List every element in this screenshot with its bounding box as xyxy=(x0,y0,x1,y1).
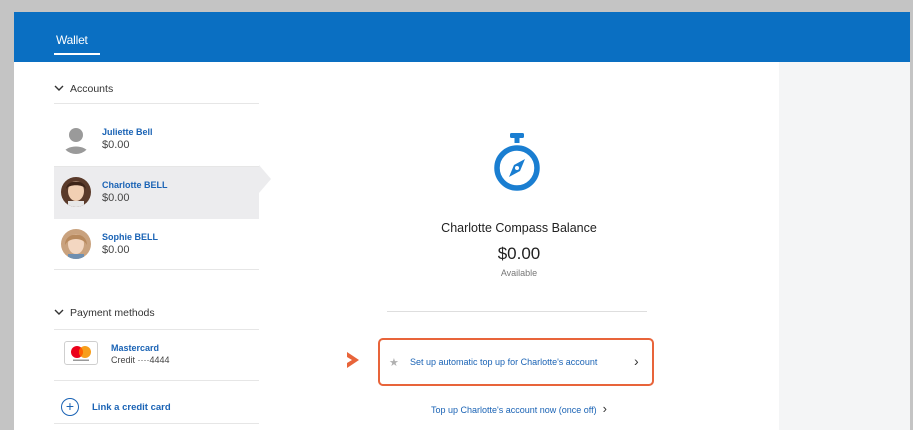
divider xyxy=(54,423,259,424)
divider xyxy=(387,311,647,312)
avatar xyxy=(61,177,91,207)
star-icon: ★ xyxy=(389,357,399,369)
add-circle-icon: + xyxy=(61,398,79,416)
divider xyxy=(54,380,259,381)
avatar-placeholder-icon xyxy=(61,124,91,154)
chevron-right-icon: › xyxy=(602,401,607,416)
accounts-header-label: Accounts xyxy=(70,83,114,95)
tab-wallet[interactable]: Wallet xyxy=(56,33,88,47)
divider xyxy=(54,103,259,104)
topup-now-link[interactable]: Top up Charlotte's account now (once off… xyxy=(259,401,779,416)
main-panel: Charlotte Compass Balance $0.00 Availabl… xyxy=(259,62,779,430)
link-credit-card-button[interactable]: + Link a credit card xyxy=(54,396,259,418)
wallet-window: Wallet Accounts Juliette Bell $0.00 Char… xyxy=(14,12,910,430)
link-credit-card-label: Link a credit card xyxy=(92,401,171,413)
account-name: Juliette Bell xyxy=(102,127,153,137)
topup-now-label: Top up Charlotte's account now (once off… xyxy=(431,405,597,415)
account-balance: $0.00 xyxy=(102,244,130,256)
account-name: Sophie BELL xyxy=(102,232,158,242)
payment-method-name: Mastercard xyxy=(111,343,160,353)
divider xyxy=(54,269,259,270)
callout-arrow-icon xyxy=(347,352,359,368)
right-empty-pane xyxy=(779,62,910,430)
payment-method-item[interactable]: Mastercard Credit ····4444 xyxy=(54,330,259,378)
chevron-down-icon xyxy=(54,83,70,95)
payment-header-label: Payment methods xyxy=(70,307,155,319)
chevron-down-icon xyxy=(54,307,70,319)
sidebar: Accounts Juliette Bell $0.00 Charlotte B… xyxy=(14,62,259,430)
avatar xyxy=(61,229,91,259)
top-nav-bar: Wallet xyxy=(14,12,910,62)
accounts-section-header[interactable]: Accounts xyxy=(54,80,113,98)
balance-title: Charlotte Compass Balance xyxy=(441,221,597,235)
compass-stopwatch-icon xyxy=(494,133,540,191)
auto-topup-label: Set up automatic top up for Charlotte's … xyxy=(410,357,598,367)
account-item-juliette[interactable]: Juliette Bell $0.00 xyxy=(54,114,259,166)
account-item-sophie[interactable]: Sophie BELL $0.00 xyxy=(54,219,259,271)
payment-section-header[interactable]: Payment methods xyxy=(54,304,155,322)
account-name: Charlotte BELL xyxy=(102,180,168,190)
balance-status: Available xyxy=(500,268,538,278)
account-item-charlotte[interactable]: Charlotte BELL $0.00 xyxy=(54,167,259,219)
balance-amount: $0.00 xyxy=(497,244,541,263)
account-balance: $0.00 xyxy=(102,192,130,204)
mastercard-icon xyxy=(64,341,98,365)
active-tab-indicator xyxy=(54,53,100,55)
chevron-right-icon: › xyxy=(634,353,639,369)
payment-method-detail: Credit ····4444 xyxy=(111,355,170,365)
auto-topup-button[interactable]: ★ Set up automatic top up for Charlotte'… xyxy=(378,338,654,386)
account-balance: $0.00 xyxy=(102,139,130,151)
